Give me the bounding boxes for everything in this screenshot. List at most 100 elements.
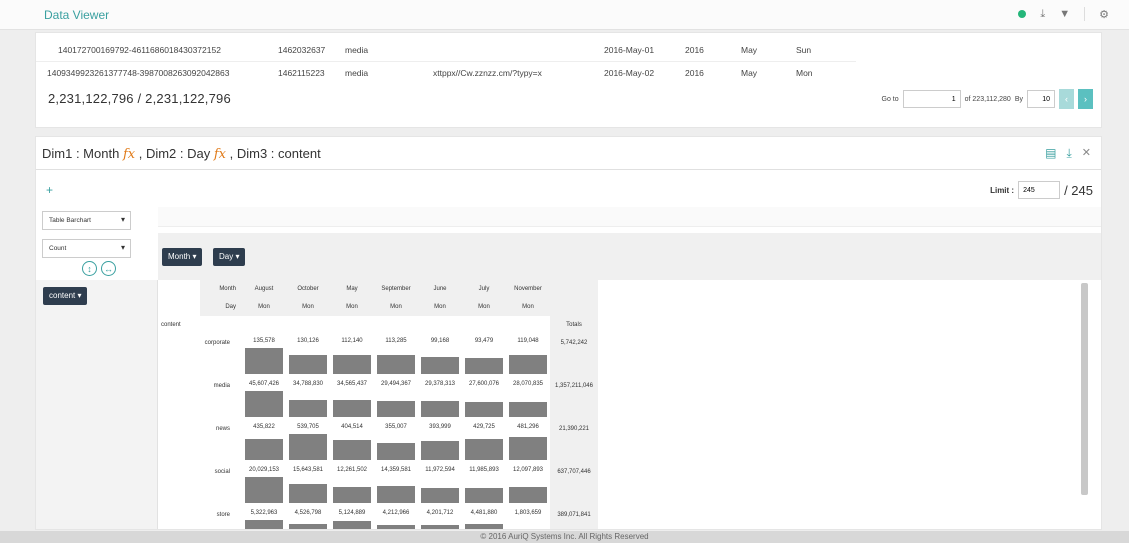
status-dot-icon [1018, 10, 1027, 18]
value-cell[interactable]: 15,643,581 [286, 463, 330, 506]
prev-page-button[interactable]: ‹ [1059, 89, 1074, 109]
bar-container [509, 520, 547, 529]
value-cell[interactable]: 11,985,893 [462, 463, 506, 506]
page-input[interactable] [902, 90, 961, 108]
app-title: Data Viewer [44, 8, 110, 22]
value-cell[interactable]: 34,565,437 [330, 377, 374, 420]
content-attr-pill[interactable]: content ▾ [43, 287, 88, 305]
value-cell[interactable]: 14,359,581 [374, 463, 418, 506]
bar [289, 355, 327, 374]
value-cell[interactable]: 539,705 [286, 420, 330, 463]
value-cell[interactable]: 4,201,712 [418, 506, 462, 529]
cell-value: 435,822 [253, 424, 275, 430]
divider [1084, 7, 1086, 21]
value-cell[interactable]: 11,972,594 [418, 463, 462, 506]
value-cell[interactable]: 113,285 [374, 334, 418, 377]
value-cell[interactable]: 4,526,798 [286, 506, 330, 529]
limit-input[interactable] [1018, 181, 1061, 199]
sort-rows-icon[interactable]: ↕ [82, 261, 97, 276]
unused-attrs-area [158, 207, 1101, 227]
month-attr-pill[interactable]: Month ▾ [162, 248, 203, 266]
value-cell[interactable]: 5,322,963 [242, 506, 286, 529]
value-cell[interactable]: 119,048 [506, 334, 550, 377]
value-cell[interactable]: 130,126 [286, 334, 330, 377]
value-cell[interactable]: 393,999 [418, 420, 462, 463]
dim2-label: , Dim2 : Day [138, 146, 211, 161]
month-header: November [506, 280, 550, 298]
value-cell[interactable]: 4,481,880 [462, 506, 506, 529]
close-icon[interactable]: ✕ [1082, 146, 1091, 161]
value-cell[interactable]: 29,378,313 [418, 377, 462, 420]
limit-total: / 245 [1064, 182, 1093, 198]
value-cell[interactable]: 135,578 [242, 334, 286, 377]
cell-value: 481,296 [517, 424, 539, 430]
bar-container [377, 391, 415, 417]
value-cell[interactable]: 28,070,835 [506, 377, 550, 420]
renderer-select[interactable]: Table Barchart [42, 211, 131, 230]
add-dimension-button[interactable]: + [46, 183, 53, 197]
page-size-input[interactable] [1027, 90, 1055, 108]
bar-container [289, 391, 327, 417]
cell-year: 2016 [685, 45, 704, 55]
cell-value: 5,322,963 [250, 510, 278, 516]
gear-icon[interactable]: ⚙ [1099, 8, 1109, 21]
cell-id: 140172700169792-4611686018430372152 [58, 45, 221, 55]
bar-container [421, 348, 459, 374]
bar [289, 400, 327, 417]
month-header: October [286, 280, 330, 298]
cell-value: 29,378,313 [424, 381, 456, 387]
bar-container [245, 391, 283, 417]
value-cell[interactable]: 45,607,426 [242, 377, 286, 420]
download-icon[interactable]: ⤓ [1040, 8, 1045, 21]
fx-icon[interactable]: fx [214, 147, 226, 162]
cell-value: 93,479 [474, 338, 494, 344]
cell-value: 4,526,798 [294, 510, 322, 516]
top-toolbar: ⤓ ▼ ⚙ [1018, 7, 1109, 21]
value-cell[interactable]: 355,007 [374, 420, 418, 463]
table-row[interactable]: 1409349923261377748-3987008263092042863 … [36, 61, 856, 82]
value-cell[interactable]: 112,140 [330, 334, 374, 377]
table-icon[interactable]: ▤ [1045, 146, 1056, 161]
row-label: corporate [204, 340, 230, 346]
row-total: 5,742,242 [550, 334, 598, 377]
value-cell[interactable]: 4,212,966 [374, 506, 418, 529]
value-cell[interactable]: 5,124,889 [330, 506, 374, 529]
fx-icon[interactable]: fx [123, 147, 135, 162]
day-attr-pill[interactable]: Day ▾ [213, 248, 246, 266]
download-icon[interactable]: ⤓ [1066, 146, 1071, 161]
value-cell[interactable]: 404,514 [330, 420, 374, 463]
value-cell[interactable]: 27,600,076 [462, 377, 506, 420]
cell-category: media [345, 45, 369, 55]
value-cell[interactable]: 29,494,367 [374, 377, 418, 420]
value-cell[interactable]: 1,803,659 [506, 506, 550, 529]
vertical-scrollbar[interactable] [1081, 283, 1088, 495]
value-cell[interactable]: 435,822 [242, 420, 286, 463]
value-cell[interactable]: 34,788,830 [286, 377, 330, 420]
aggregator-select[interactable]: Count [42, 239, 131, 258]
month-header: June [418, 280, 462, 298]
next-page-button[interactable]: › [1078, 89, 1093, 109]
row-total: 1,357,211,046 [550, 377, 598, 420]
cell-date: 2016-May-02 [604, 68, 655, 78]
value-cell[interactable]: 481,296 [506, 420, 550, 463]
bar-container [465, 434, 503, 460]
value-cell[interactable]: 12,097,893 [506, 463, 550, 506]
dim3-label: , Dim3 : content [229, 146, 321, 161]
cell-value: 20,029,153 [248, 467, 280, 473]
bar-container [509, 477, 547, 503]
filter-icon[interactable]: ▼ [1059, 8, 1070, 20]
table-row[interactable]: 140172700169792-4611686018430372152 1462… [36, 39, 856, 60]
value-cell[interactable]: 99,168 [418, 334, 462, 377]
cell-value: 34,788,830 [292, 381, 324, 387]
value-cell[interactable]: 429,725 [462, 420, 506, 463]
bar [421, 488, 459, 503]
value-cell[interactable]: 93,479 [462, 334, 506, 377]
bar-container [289, 520, 327, 529]
month-header: August [242, 280, 286, 298]
sort-cols-icon[interactable]: ↔ [101, 261, 116, 276]
value-cell[interactable]: 12,261,502 [330, 463, 374, 506]
value-cell[interactable]: 20,029,153 [242, 463, 286, 506]
bar-container [289, 348, 327, 374]
cell-value: 11,985,893 [469, 467, 499, 473]
bar-container [465, 520, 503, 529]
